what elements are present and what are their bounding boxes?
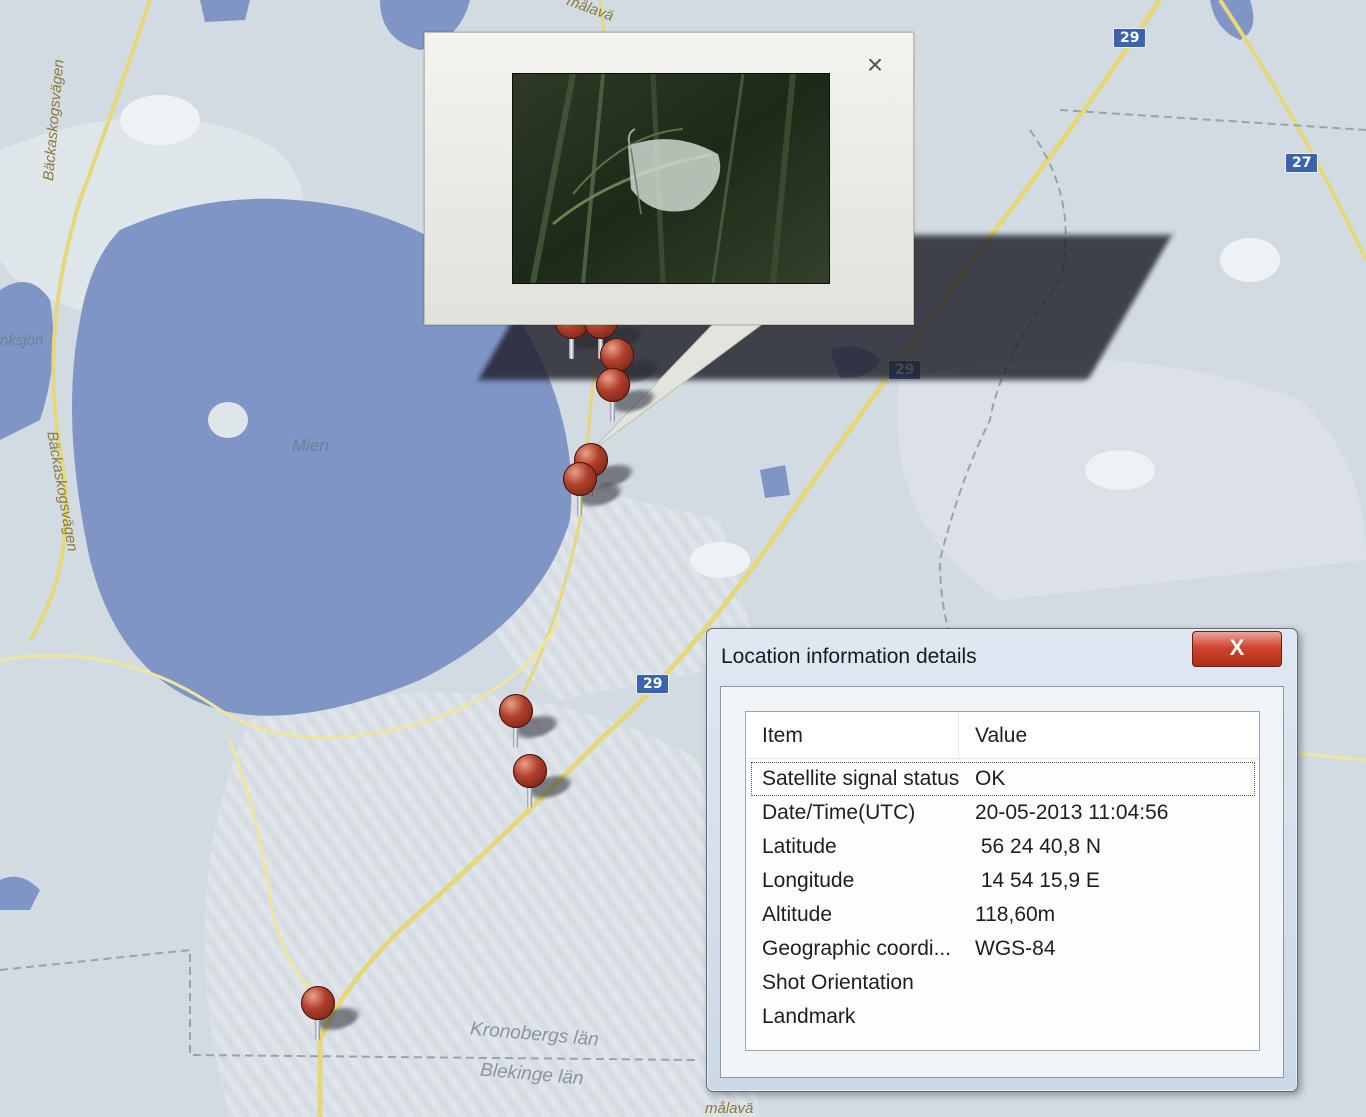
lake-label: Mien [292,436,329,455]
map-pin-icon[interactable] [594,368,660,428]
row-item: Longitude [762,869,855,892]
row-item: Satellite signal status [762,767,960,790]
details-list[interactable]: Item Value Satellite signal status OK Da… [745,711,1260,1051]
road-shield-29-low: 29 [636,674,670,694]
column-header-value[interactable]: Value [975,724,1027,748]
map-pin-icon[interactable] [511,754,577,814]
row-value: 56 24 40,8 N [975,835,1102,858]
list-item[interactable]: Longitude 14 54 15,9 E [752,865,1254,897]
row-item: Landmark [762,1005,856,1028]
row-value: 20-05-2013 11:04:56 [975,801,1169,824]
row-value: 118,60m [975,903,1056,926]
row-item: Latitude [762,835,837,858]
column-separator[interactable] [958,712,959,758]
list-item[interactable]: Shot Orientation [752,967,1254,999]
row-item: Geographic coordi... [762,937,952,960]
list-item[interactable]: Satellite signal status OK [751,762,1255,796]
map-pin-icon[interactable] [299,986,365,1046]
row-item: Date/Time(UTC) [762,801,916,824]
road-label-bottom: målavä [705,1100,754,1117]
dialog-title: Location information details [721,645,977,668]
photo-thumbnail[interactable] [512,73,830,284]
row-item: Altitude [762,903,833,926]
road-shield-27: 27 [1285,153,1319,173]
butterfly-photo [513,74,829,283]
row-value: WGS-84 [975,937,1056,960]
map-pin-icon[interactable] [497,694,563,754]
list-item[interactable]: Latitude 56 24 40,8 N [752,831,1254,863]
map-pin-icon[interactable] [561,462,627,522]
row-value: 14 54 15,9 E [975,869,1100,892]
dialog-body: Item Value Satellite signal status OK Da… [720,686,1284,1078]
row-item: Shot Orientation [762,971,914,994]
location-details-dialog: Location information details X Item Valu… [706,628,1298,1092]
lake-label-left: nksjön [0,332,44,349]
close-icon[interactable]: × [861,51,889,79]
list-header: Item Value [746,712,1259,759]
list-item[interactable]: Altitude 118,60m [752,899,1254,931]
list-item[interactable]: Landmark [752,1001,1254,1033]
photo-callout: × [424,32,914,325]
list-item[interactable]: Date/Time(UTC) 20-05-2013 11:04:56 [752,797,1254,829]
list-item[interactable]: Geographic coordi... WGS-84 [752,933,1254,965]
road-shield-29-top: 29 [1113,28,1147,48]
row-value: OK [975,767,1006,790]
column-header-item[interactable]: Item [762,724,803,748]
dialog-close-button[interactable]: X [1192,631,1282,667]
